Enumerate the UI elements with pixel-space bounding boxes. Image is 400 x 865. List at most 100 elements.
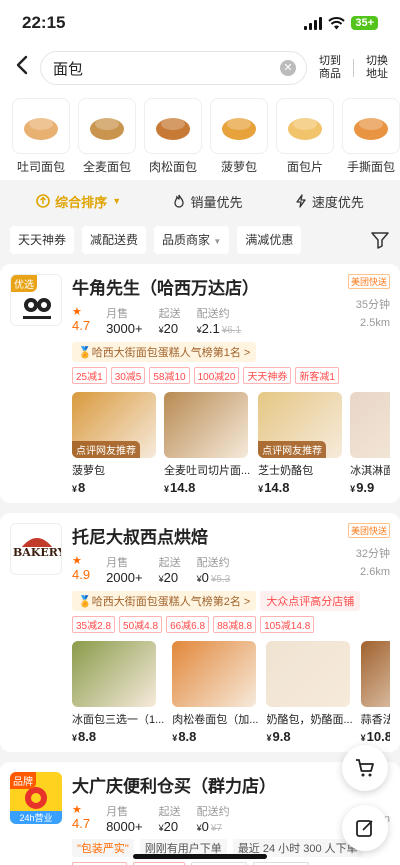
feedback-button[interactable] (342, 805, 388, 851)
product-item[interactable]: 蒜香法棍面 ¥10.8 (360, 641, 390, 744)
store-name: 牛角先生（哈西万达店） (72, 279, 259, 298)
fee-label: 配送约 (196, 557, 230, 569)
filter-row: 天天神券 减配送费 品质商家 ▼ 满减优惠 (0, 222, 400, 258)
store-card[interactable]: 优选 牛角先生（哈西万达店） 美团快送 ★ 4.7 月售 3000+ 起送 ¥20 配… (0, 264, 400, 503)
product-item[interactable]: 点评网友推荐 芝士奶酪包 ¥14.8 (258, 392, 343, 495)
chevron-down-icon: ▼ (213, 237, 222, 246)
cart-button[interactable] (342, 745, 388, 791)
delivery-fee: ¥0 ¥5.3 (196, 570, 231, 585)
rank-text: 哈西大街面包蛋糕人气榜第2名 > (91, 596, 251, 608)
category-image (144, 98, 202, 154)
back-icon[interactable] (10, 55, 34, 81)
product-image (266, 641, 351, 707)
category-image (210, 98, 268, 154)
divider (353, 59, 354, 77)
filter-chip[interactable]: 天天神券 (10, 226, 75, 254)
sort-composite[interactable]: 综合排序 ▼ (36, 192, 121, 211)
sort-sales-label: 销量优先 (190, 194, 243, 210)
rank-badge[interactable]: 🏅哈西大街面包蛋糕人气榜第2名 > (72, 591, 257, 611)
promo-row: 25减1 30减5 58减10 100减20 天天神券 新客减1 (72, 367, 390, 384)
product-image: 点评网友推荐 (258, 392, 343, 458)
fee-original: ¥5.3 (210, 574, 231, 585)
promo-tag: 66减6.8 (166, 616, 210, 633)
sort-speed-label: 速度优先 (311, 194, 364, 210)
store-rating: 4.9 (72, 567, 91, 582)
store-logo-tag: 优选 (11, 275, 37, 292)
min-order-label: 起送 (158, 557, 181, 569)
product-item[interactable]: 奶酪包，奶酪面... ¥9.8 (266, 641, 353, 744)
product-image (360, 641, 390, 707)
store-logo-tag: 品牌 (10, 772, 36, 789)
product-image (350, 392, 390, 458)
chevron-down-icon: ▼ (112, 196, 122, 206)
status-time: 22:15 (22, 13, 66, 32)
category-image (342, 98, 400, 154)
sort-sales[interactable]: 销量优先 (173, 192, 242, 211)
product-price-value: 14.8 (170, 480, 196, 495)
product-image (72, 641, 156, 707)
min-order: ¥20 (158, 570, 179, 585)
category-image (78, 98, 136, 154)
clear-icon[interactable]: ✕ (280, 60, 296, 76)
product-name: 奶酪包，奶酪面... (266, 714, 353, 726)
product-tag: 点评网友推荐 (258, 441, 327, 458)
product-price: ¥8 (72, 480, 86, 495)
category-label: 面包片 (286, 160, 323, 174)
category-label: 全麦面包 (82, 160, 131, 174)
home-indicator[interactable] (133, 854, 267, 859)
category-image (12, 98, 70, 154)
rank-badge[interactable]: 🏅哈西大街面包蛋糕人气榜第1名 > (72, 342, 257, 362)
fee-original: ¥7 (210, 823, 222, 834)
store-card[interactable]: BAKERY 托尼大叔西点烘焙 美团快送 ★ 4.9 月售 2000+ 起送 ¥20 … (0, 513, 400, 752)
product-price-value: 9.8 (272, 729, 291, 744)
product-row: 点评网友推荐菠萝包 ¥8 全麦吐司切片面... ¥14.8 点评网友推荐 芝士奶酪包 ¥14… (72, 392, 390, 495)
product-price: ¥10.8 (360, 729, 390, 744)
product-name: 蒜香法棍面 (360, 714, 390, 726)
product-item[interactable]: 全麦吐司切片面... ¥14.8 (164, 392, 250, 495)
sort-speed[interactable]: 速度优先 (295, 192, 364, 211)
product-tag: 点评网友推荐 (72, 441, 140, 458)
product-price: ¥9.8 (266, 729, 291, 744)
filter-chip[interactable]: 减配送费 (82, 226, 147, 254)
product-price-value: 9.9 (356, 480, 375, 495)
note-tag: "包装严实" (72, 839, 134, 857)
search-box[interactable]: ✕ (40, 51, 307, 85)
min-order-value: 20 (163, 819, 179, 834)
store-card[interactable]: 品牌 24h营业 大广庆便利仓买（群力店） ★ 4.7 月售 8000+ 起送 ¥20… (0, 762, 400, 865)
product-image: 点评网友推荐 (72, 392, 156, 458)
product-name: 菠萝包 (72, 465, 105, 477)
category-item[interactable]: 面包片 (276, 98, 334, 180)
category-item[interactable]: 肉松面包 (144, 98, 202, 180)
switch-goods-button[interactable]: 切到商品 (315, 55, 345, 81)
status-bar: 22:15 35+ (0, 0, 400, 46)
category-label: 肉松面包 (148, 160, 197, 174)
category-item[interactable]: 吐司面包 (12, 98, 70, 180)
category-item[interactable]: 全麦面包 (78, 98, 136, 180)
star-icon: ★ (72, 804, 82, 816)
delivery-fee: ¥0 ¥7 (196, 819, 222, 834)
store-rating: 4.7 (72, 318, 91, 333)
category-item[interactable]: 菠萝包 (210, 98, 268, 180)
battery-icon: 35+ (351, 16, 378, 30)
filter-icon[interactable] (370, 230, 392, 250)
store-name: 托尼大叔西点烘焙 (72, 528, 208, 547)
search-input[interactable] (53, 59, 280, 77)
sales-label: 月售 (106, 308, 129, 320)
rating-badge: 大众点评高分店铺 (260, 591, 361, 611)
fee-original: ¥6.1 (221, 325, 242, 336)
switch-address-button[interactable]: 切换地址 (362, 55, 392, 81)
product-item[interactable]: 肉松卷面包（加... ¥8.8 (172, 641, 258, 744)
product-item[interactable]: 冰面包三选一（1... ¥8.8 (72, 641, 164, 744)
fee-label: 配送约 (196, 308, 230, 320)
product-item[interactable]: 冰淇淋面包 ¥9.9 (350, 392, 390, 495)
product-price: ¥14.8 (164, 480, 196, 495)
filter-chip[interactable]: 满减优惠 (237, 226, 302, 254)
product-price: ¥14.8 (258, 480, 290, 495)
product-item[interactable]: 点评网友推荐菠萝包 ¥8 (72, 392, 156, 495)
category-item[interactable]: 手撕面包 (342, 98, 400, 180)
fee-label: 配送约 (196, 806, 230, 818)
min-order-value: 20 (163, 570, 179, 585)
filter-chip[interactable]: 品质商家 ▼ (154, 226, 230, 254)
promo-tag: 新客减1 (295, 367, 339, 384)
product-price-value: 10.8 (366, 729, 390, 744)
